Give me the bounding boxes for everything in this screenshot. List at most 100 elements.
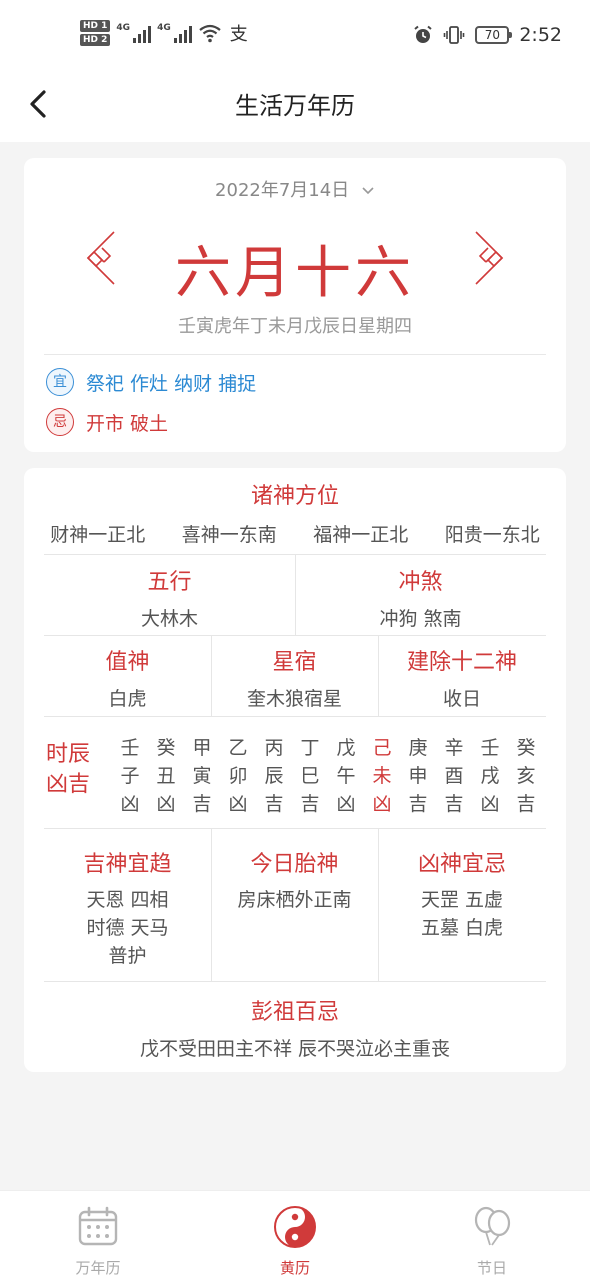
- divider: [44, 828, 546, 829]
- hour-zhi: 酉: [444, 765, 464, 787]
- hour-gan: 壬: [480, 737, 500, 759]
- date-picker[interactable]: 2022年7月14日: [24, 176, 566, 202]
- hour-gan: 甲: [192, 737, 212, 759]
- nav-item-calendar[interactable]: 万年历: [38, 1205, 158, 1278]
- jishen-list: 天恩 四相 时德 天马 普护: [44, 886, 211, 970]
- page-title: 生活万年历: [235, 92, 355, 120]
- hour-luck: 吉: [264, 793, 284, 815]
- hour-luck: 凶: [372, 793, 392, 815]
- hour-zhi: 午: [336, 765, 356, 787]
- alipay-icon: 支: [229, 24, 248, 45]
- hour-gan: 丁: [300, 737, 320, 759]
- date-card: 2022年7月14日 六月十六 壬寅虎年丁未月戊辰日星期四 宜 祭祀 作灶 纳财…: [24, 158, 566, 452]
- yi-badge: 宜: [46, 368, 74, 396]
- hour-zhi: 寅: [192, 765, 212, 787]
- nav-label: 黄历: [279, 1259, 310, 1277]
- divider: [44, 635, 546, 636]
- hour-luck: 凶: [156, 793, 176, 815]
- xingxiu-value: 奎木狼宿星: [246, 688, 342, 710]
- xingxiu-title: 星宿: [272, 650, 317, 675]
- xiongshen-line: 五墓 白虎: [420, 917, 504, 939]
- jianchu-title: 建除十二神: [406, 650, 517, 675]
- signal-1-icon: 4G: [116, 23, 152, 43]
- wuxing-title: 五行: [147, 570, 192, 595]
- status-left: HD 1 HD 2 4G 4G 支: [80, 20, 248, 46]
- hour-gan: 己: [372, 737, 392, 759]
- hour-zhi: 申: [408, 765, 428, 787]
- chongsha-title: 冲煞: [398, 570, 443, 595]
- yin-yang-icon: [274, 1206, 316, 1248]
- hour-column: 乙卯凶: [220, 734, 256, 818]
- hour-column: 庚申吉: [400, 734, 436, 818]
- ji-items: 开市 破土: [86, 412, 169, 435]
- jianchu-value: 收日: [442, 688, 481, 710]
- taishen-value: 房床栖外正南: [237, 889, 352, 911]
- hour-zhi: 辰: [264, 765, 284, 787]
- zhushen-title: 诸神方位: [250, 484, 339, 509]
- hour-zhi: 亥: [516, 765, 536, 787]
- ganzhi-date: 壬寅虎年丁未月戊辰日星期四: [178, 316, 412, 337]
- hour-luck: 吉: [192, 793, 212, 815]
- hour-column: 壬戌凶: [472, 734, 508, 818]
- vibrate-icon: [444, 26, 465, 44]
- yi-items: 祭祀 作灶 纳财 捕捉: [86, 372, 257, 395]
- sim2-badge: HD 2: [80, 34, 111, 46]
- divider: [44, 716, 546, 717]
- wifi-icon: [199, 24, 221, 43]
- hour-column: 戊午凶: [328, 734, 364, 818]
- hour-gan: 乙: [228, 737, 248, 759]
- chevron-down-icon: [362, 187, 374, 195]
- hour-luck: 吉: [300, 793, 320, 815]
- hour-zhi: 戌: [480, 765, 500, 787]
- sim-badges: HD 1 HD 2: [80, 20, 111, 46]
- hour-luck-label: 时辰 凶吉: [46, 742, 91, 797]
- chongsha-value: 冲狗 煞南: [379, 608, 462, 630]
- hour-luck: 凶: [480, 793, 500, 815]
- hour-zhi: 卯: [228, 765, 248, 787]
- xiongshen-title: 凶神宜忌: [417, 852, 506, 877]
- nav-item-festivals[interactable]: 节日: [432, 1205, 552, 1278]
- jishen-line: 普护: [108, 945, 147, 967]
- clock: 2:52: [519, 24, 562, 46]
- calendar-icon: [78, 1206, 118, 1246]
- zhushen-item: 喜神一东南: [181, 524, 277, 546]
- hour-column: 丙辰吉: [256, 734, 292, 818]
- app-header: 生活万年历: [0, 70, 590, 142]
- wuxing-value: 大林木: [140, 608, 198, 630]
- jishen-title: 吉神宜趋: [83, 852, 172, 877]
- xiongshen-line: 天罡 五虚: [420, 889, 504, 911]
- alarm-icon: [414, 25, 432, 43]
- hour-gan: 丙: [264, 737, 284, 759]
- ji-badge: 忌: [46, 408, 74, 436]
- hour-column: 癸丑凶: [148, 734, 184, 818]
- pengzu-title: 彭祖百忌: [250, 1000, 339, 1025]
- xiongshen-list: 天罡 五虚 五墓 白虎: [378, 886, 546, 942]
- hour-luck: 吉: [516, 793, 536, 815]
- hour-zhi: 未: [372, 765, 392, 787]
- pengzu-value: 戊不受田田主不祥 辰不哭泣必主重丧: [139, 1038, 451, 1060]
- nav-label: 节日: [476, 1259, 507, 1277]
- zhishen-value: 白虎: [108, 688, 147, 710]
- bottom-nav: 万年历 黄历 节日: [0, 1190, 590, 1278]
- hour-column: 癸亥吉: [508, 734, 544, 818]
- hour-column: 丁巳吉: [292, 734, 328, 818]
- nav-label: 万年历: [75, 1259, 121, 1277]
- hour-zhi: 巳: [300, 765, 320, 787]
- taishen-title: 今日胎神: [250, 852, 339, 877]
- balloon-icon: [474, 1206, 511, 1246]
- signal-2-icon: 4G: [157, 23, 192, 43]
- nav-item-almanac[interactable]: 黄历: [235, 1205, 355, 1278]
- hour-gan: 辛: [444, 737, 464, 759]
- hour-gan: 壬: [120, 737, 140, 759]
- zhishen-title: 值神: [105, 650, 150, 675]
- chinese-knot-right-icon: [475, 231, 504, 285]
- zhushen-item: 福神一正北: [313, 524, 409, 546]
- ji-row: 忌 开市 破土: [46, 408, 168, 436]
- zhushen-item: 财神一正北: [50, 524, 146, 546]
- hour-gan: 癸: [516, 737, 536, 759]
- divider: [44, 354, 546, 355]
- hour-column: 壬子凶: [112, 734, 148, 818]
- next-day-button[interactable]: [470, 230, 506, 286]
- hour-luck: 吉: [444, 793, 464, 815]
- hour-luck: 凶: [120, 793, 140, 815]
